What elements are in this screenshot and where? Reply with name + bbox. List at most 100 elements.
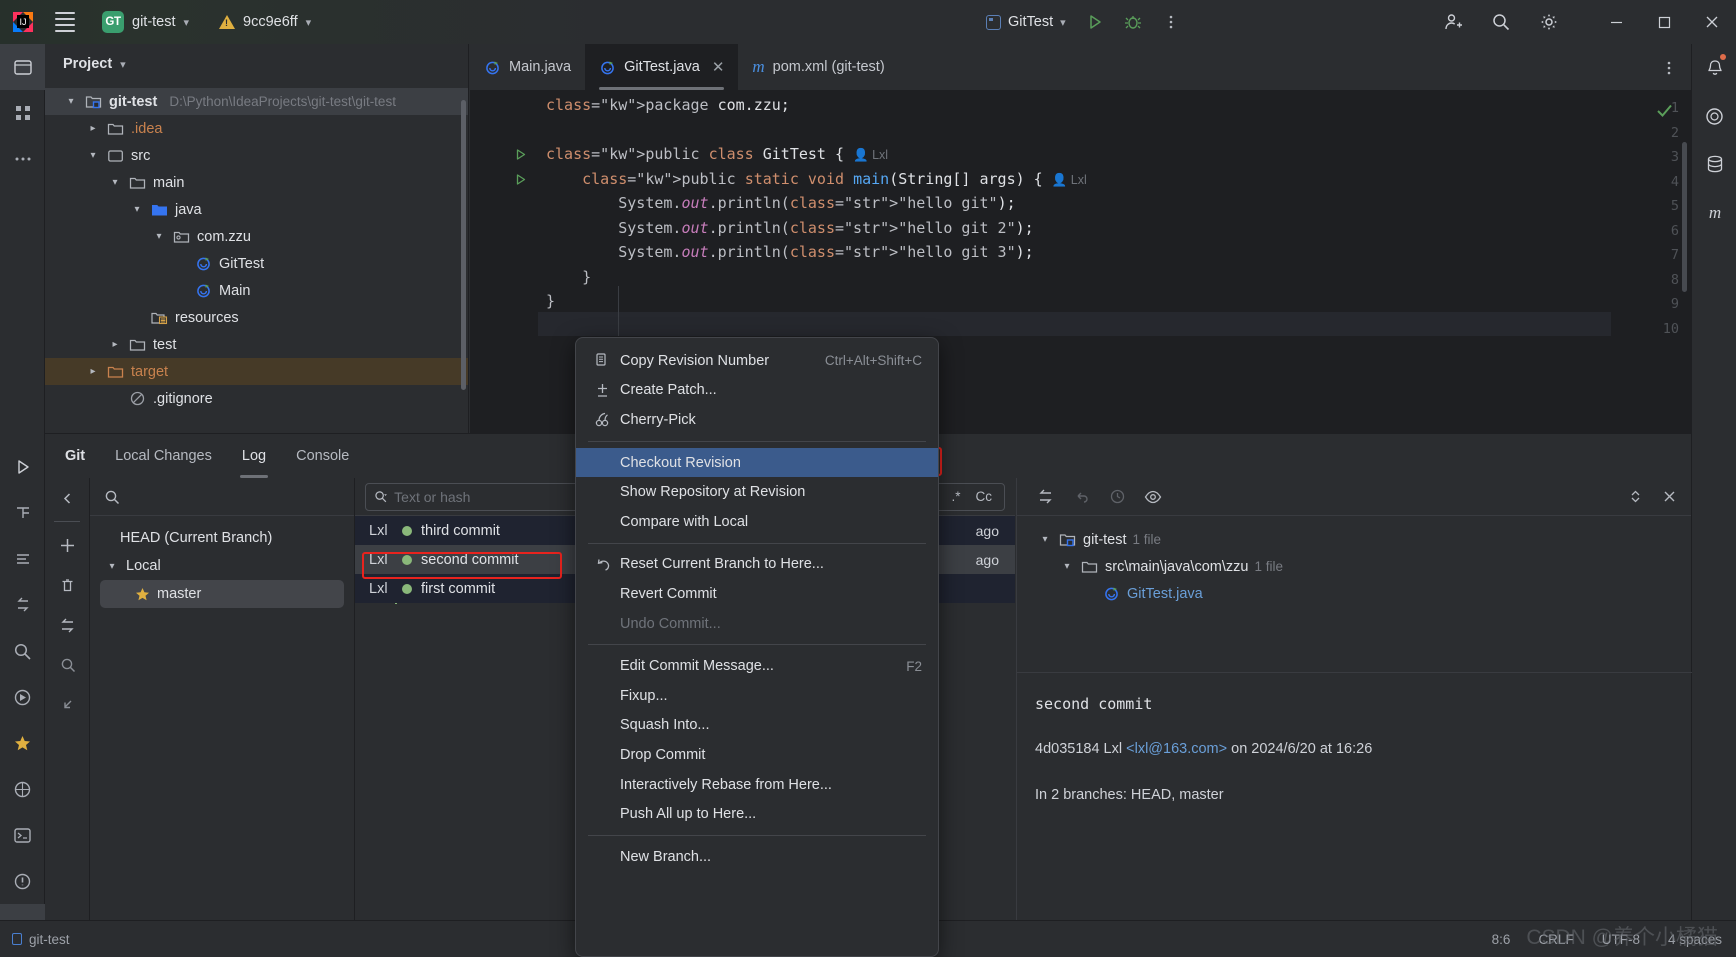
preview-icon[interactable] (1141, 485, 1165, 509)
tree-expand-arrow[interactable]: ▾ (63, 96, 79, 107)
menu-item-newbranch[interactable]: New Branch... (576, 842, 938, 872)
services-icon[interactable] (0, 674, 45, 720)
tree-expand-arrow[interactable]: ▸ (85, 366, 101, 377)
bookmarks-icon[interactable] (0, 720, 45, 766)
tree-expand-arrow[interactable]: ▾ (85, 150, 101, 161)
project-tree-item-.gitignore[interactable]: .gitignore (45, 385, 468, 412)
history-icon[interactable] (1105, 485, 1129, 509)
git-tab-log[interactable]: Log (239, 434, 269, 478)
menu-item-interactivelyrebasefromhere[interactable]: Interactively Rebase from Here... (576, 770, 938, 800)
settings-icon[interactable] (1532, 5, 1566, 39)
menu-item-createpatch[interactable]: Create Patch... (576, 376, 938, 406)
tree-expand-arrow[interactable]: ▸ (107, 339, 123, 350)
project-tree-item-resources[interactable]: resources (45, 304, 468, 331)
structure-tool-icon[interactable] (0, 490, 45, 536)
project-tree-item-git-test[interactable]: ▾ git-test D:\Python\IdeaProjects\git-test… (45, 88, 468, 115)
menu-item-fixup[interactable]: Fixup... (576, 681, 938, 711)
branch-item-headcurrentbranch[interactable]: HEAD (Current Branch) (90, 524, 354, 552)
terminal-icon[interactable] (0, 766, 45, 812)
menu-item-editcommitmessage[interactable]: Edit Commit Message... F2 (576, 651, 938, 681)
editor-tab-pomxmlgittest[interactable]: m pom.xml (git-test) (738, 44, 898, 90)
close-icon[interactable] (1657, 485, 1681, 509)
vcs-branch-label[interactable]: git-test (29, 932, 70, 947)
branch-search-row[interactable] (90, 478, 354, 516)
tree-expand-arrow[interactable]: ▾ (107, 177, 123, 188)
project-tree-item-test[interactable]: ▸ test (45, 331, 468, 358)
branch-item-local[interactable]: ▾ Local (90, 552, 354, 580)
expand-collapse-icon[interactable] (1623, 485, 1647, 509)
tree-expand-arrow[interactable]: ▸ (85, 123, 101, 134)
menu-item-cherrypick[interactable]: Cherry-Pick (576, 405, 938, 435)
code-vision-author[interactable]: 👤 Lxl (1052, 173, 1087, 187)
tree-expand-arrow[interactable]: ▾ (129, 204, 145, 215)
collapse-panel-icon[interactable] (45, 478, 90, 518)
project-tree-item-java[interactable]: ▾ java (45, 196, 468, 223)
branch-warning-chip[interactable]: 9cc9e6ff ▾ (211, 10, 319, 34)
fetch-icon[interactable] (45, 605, 90, 645)
notifications-icon[interactable] (1692, 44, 1736, 92)
console-icon[interactable] (0, 812, 45, 858)
changed-file-row[interactable]: ▾ git-test 1 file (1017, 526, 1691, 553)
find-icon[interactable] (0, 628, 45, 674)
ai-assistant-icon[interactable] (1692, 92, 1736, 140)
tree-expand-arrow[interactable]: ▾ (104, 561, 120, 572)
run-configuration-selector[interactable]: GitTest ▾ (978, 10, 1074, 34)
menu-item-checkoutrevision[interactable]: Checkout Revision (576, 447, 938, 478)
no-problems-check-icon[interactable] (1656, 102, 1673, 123)
commit-email[interactable]: <lxl@163.com> (1126, 741, 1227, 757)
gutter-run-icon[interactable] (514, 173, 527, 189)
database-icon[interactable] (1692, 140, 1736, 188)
code-vision-author[interactable]: 👤 Lxl (853, 148, 888, 162)
more-tool-windows-icon[interactable] (0, 136, 45, 182)
hamburger-menu-icon[interactable] (50, 7, 80, 37)
menu-item-dropcommit[interactable]: Drop Commit (576, 740, 938, 770)
chevron-down-icon[interactable]: ▾ (120, 58, 126, 71)
maximize-button[interactable] (1640, 0, 1688, 44)
editor-gutter[interactable] (470, 90, 538, 433)
editor-scrollbar[interactable] (1682, 142, 1687, 292)
project-icon[interactable] (0, 44, 45, 90)
menu-item-comparewithlocal[interactable]: Compare with Local (576, 507, 938, 537)
close-button[interactable] (1688, 0, 1736, 44)
menu-item-revertcommit[interactable]: Revert Commit (576, 579, 938, 609)
delete-icon[interactable] (45, 565, 90, 605)
menu-item-showrepositoryatrevision[interactable]: Show Repository at Revision (576, 477, 938, 507)
project-tree-item-.idea[interactable]: ▸ .idea (45, 115, 468, 142)
changed-file-row[interactable]: ▾ src\main\java\com\zzu 1 file (1017, 553, 1691, 580)
add-user-icon[interactable] (1436, 5, 1470, 39)
search-icon[interactable] (45, 645, 90, 685)
caret-position[interactable]: 8:6 (1492, 932, 1511, 947)
editor-tab-mainjava[interactable]: Main.java (470, 44, 585, 90)
todo-icon[interactable] (0, 536, 45, 582)
project-selector[interactable]: GT git-test ▾ (94, 7, 197, 37)
project-tree-item-gittest[interactable]: GitTest (45, 250, 468, 277)
regex-filter-button[interactable]: .* (947, 489, 964, 504)
project-tree-item-com.zzu[interactable]: ▾ com.zzu (45, 223, 468, 250)
menu-item-resetcurrentbranchtohere[interactable]: Reset Current Branch to Here... (576, 550, 938, 580)
editor-options-icon[interactable] (1657, 56, 1681, 80)
search-everywhere-icon[interactable] (1484, 5, 1518, 39)
run-tool-icon[interactable] (0, 444, 45, 490)
add-icon[interactable] (45, 525, 90, 565)
project-scrollbar[interactable] (461, 100, 466, 390)
tree-expand-arrow[interactable]: ▾ (1059, 561, 1075, 572)
menu-item-copyrevisionnumber[interactable]: Copy Revision Number Ctrl+Alt+Shift+C (576, 346, 938, 376)
structure-icon[interactable] (0, 90, 45, 136)
expand-icon[interactable] (45, 685, 90, 725)
more-actions-icon[interactable] (1154, 5, 1188, 39)
run-icon[interactable] (1078, 5, 1112, 39)
menu-item-pushalluptohere[interactable]: Push All up to Here... (576, 799, 938, 829)
gutter-run-icon[interactable] (514, 148, 527, 164)
pull-requests-icon[interactable] (0, 582, 45, 628)
project-tree-item-main[interactable]: Main (45, 277, 468, 304)
case-sensitive-filter-button[interactable]: Cc (972, 489, 997, 504)
branch-item-master[interactable]: master (100, 580, 344, 608)
revert-icon[interactable] (1069, 485, 1093, 509)
show-diff-icon[interactable] (1033, 485, 1057, 509)
debug-icon[interactable] (1116, 5, 1150, 39)
menu-item-squashinto[interactable]: Squash Into... (576, 711, 938, 741)
close-icon[interactable]: ✕ (712, 58, 725, 76)
project-tree-item-target[interactable]: ▸ target (45, 358, 468, 385)
project-tree-item-src[interactable]: ▾ src (45, 142, 468, 169)
tree-expand-arrow[interactable]: ▾ (151, 231, 167, 242)
